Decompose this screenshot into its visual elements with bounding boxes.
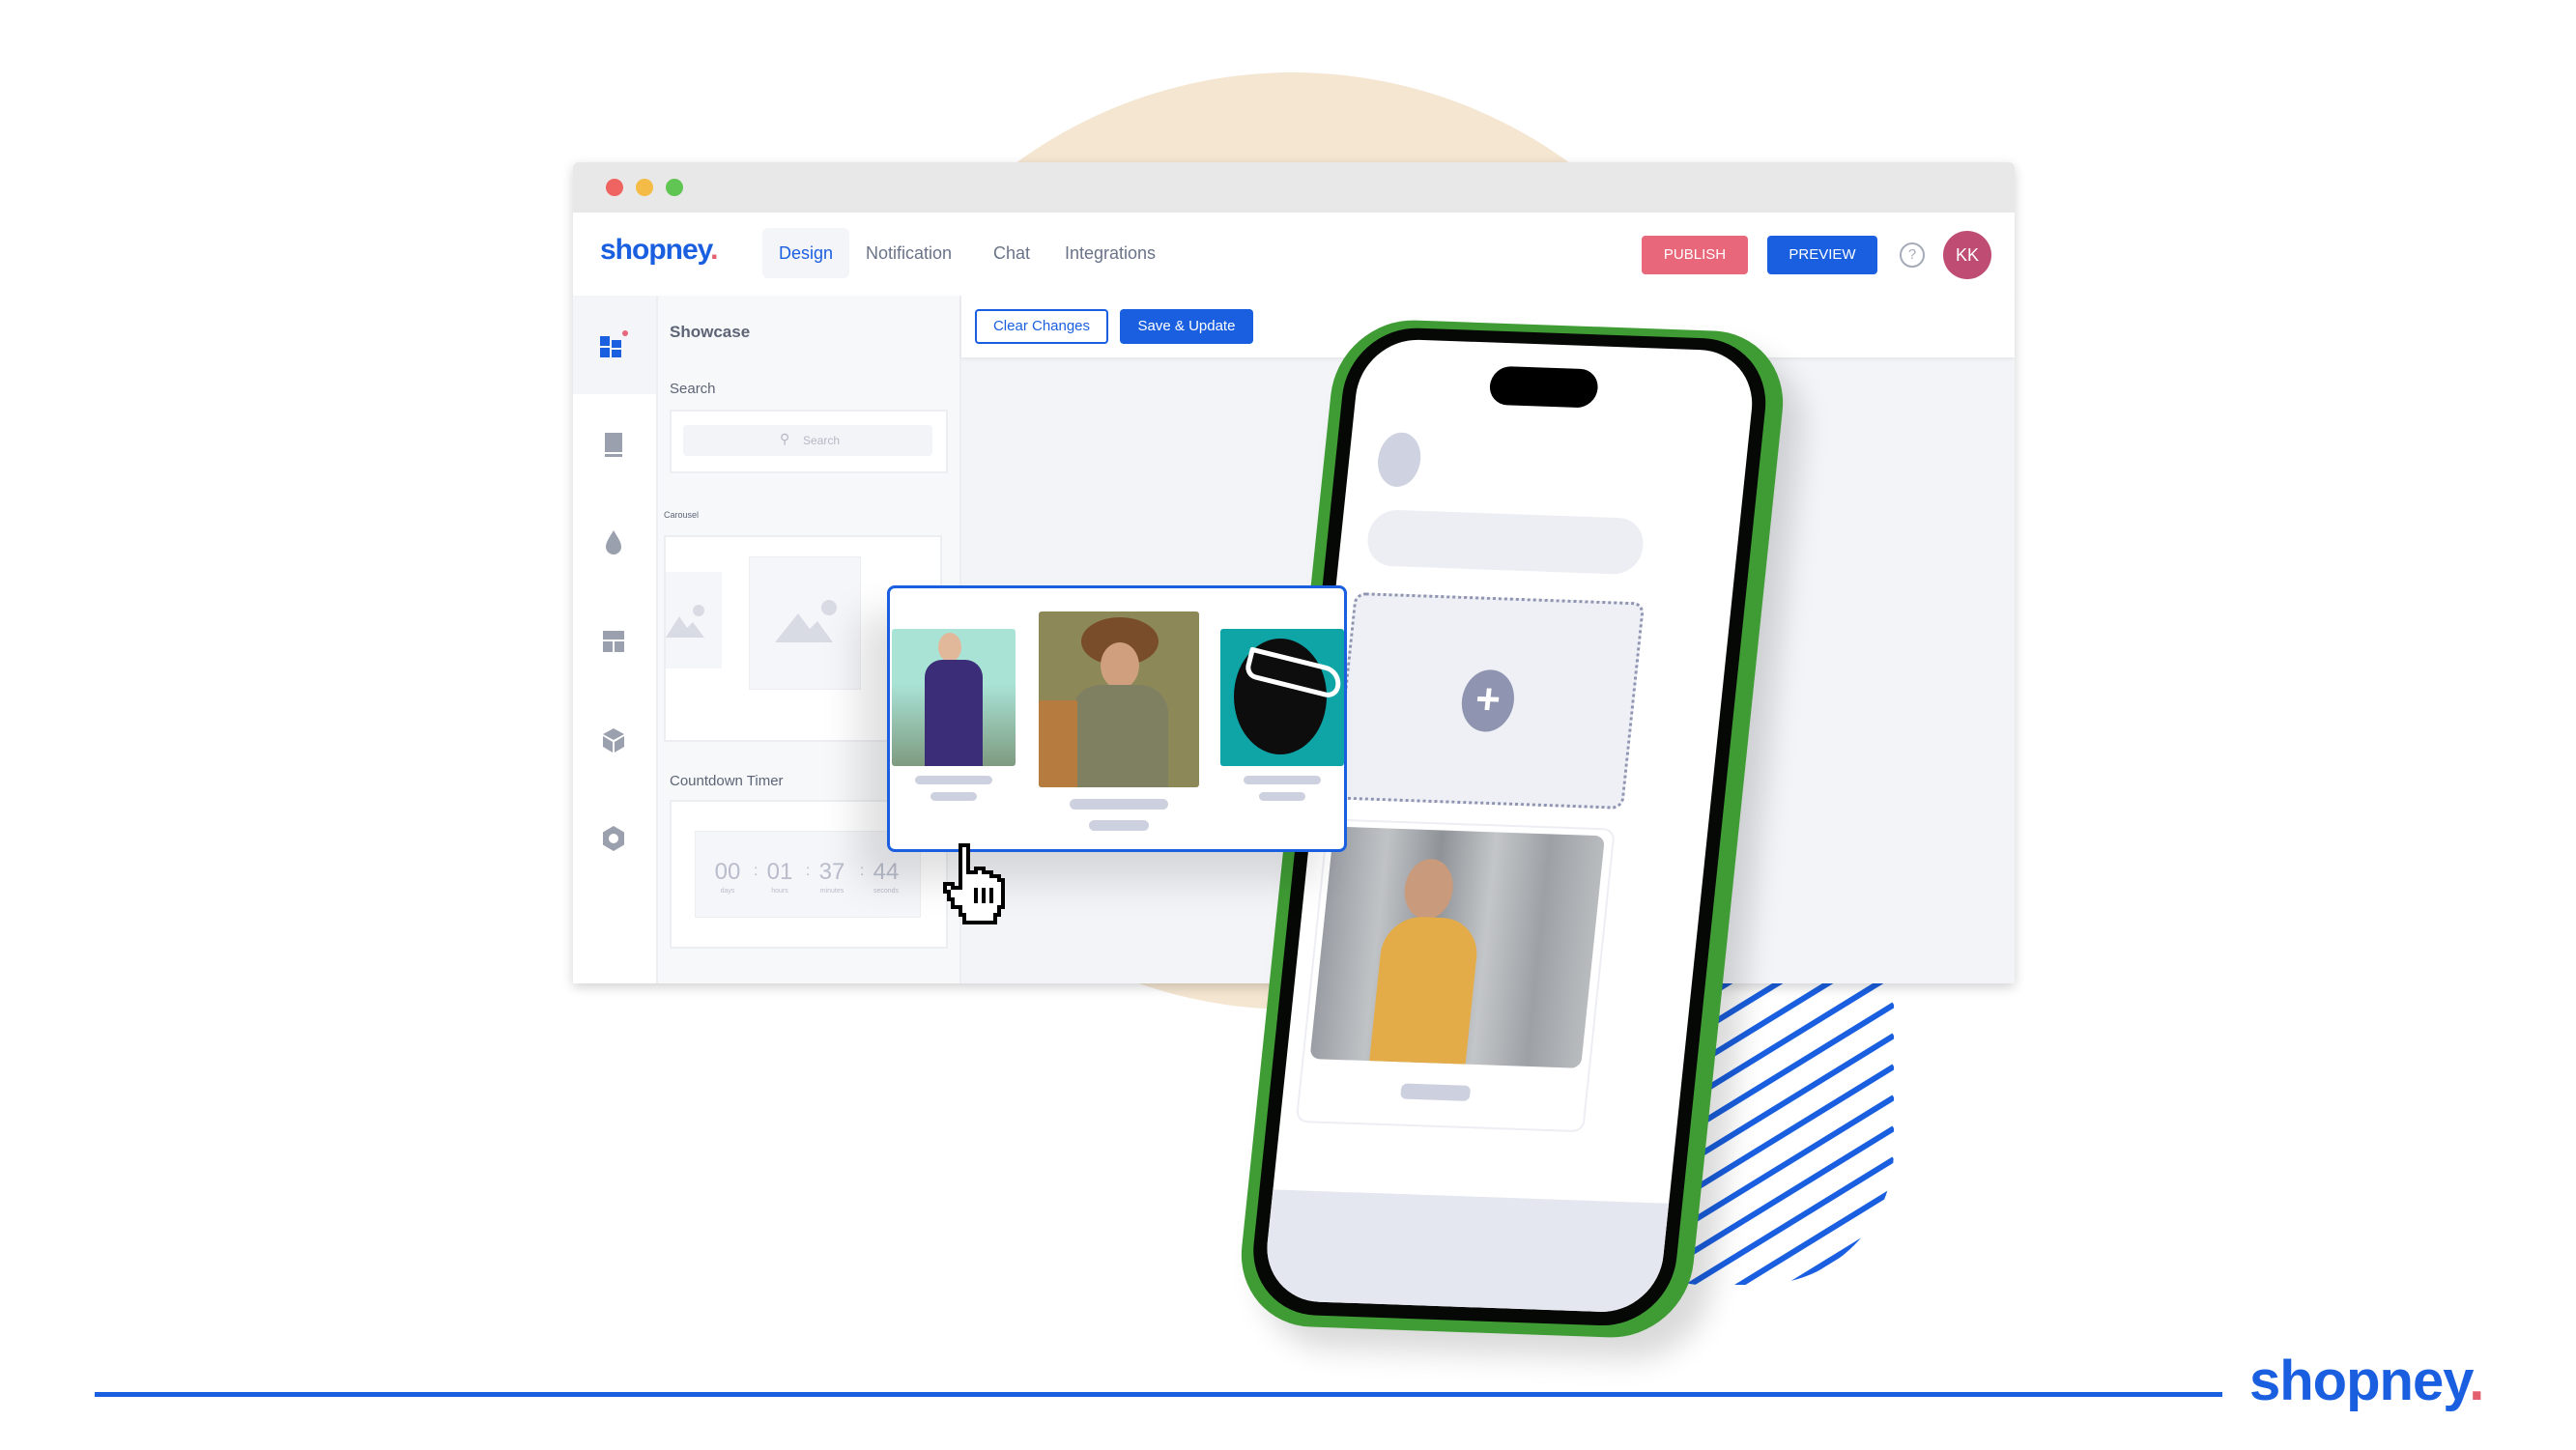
model-face: [1401, 858, 1456, 921]
clear-changes-button[interactable]: Clear Changes: [975, 309, 1108, 344]
product-image-yellow-dress: [1309, 826, 1606, 1068]
tab-design[interactable]: Design: [762, 228, 850, 278]
carousel-label: Carousel: [664, 510, 700, 520]
sidebar-rail: [573, 296, 658, 983]
user-avatar[interactable]: KK: [1943, 231, 1991, 279]
chair: [1039, 700, 1077, 787]
timer-hours-label: hours: [771, 888, 788, 895]
phone-tab-bar: [1261, 1189, 1670, 1315]
timer-hours: 01: [766, 859, 793, 885]
add-icon[interactable]: +: [1458, 668, 1518, 733]
phone-product-card[interactable]: [1295, 818, 1616, 1133]
text-placeholder-bar: [1089, 820, 1149, 831]
phone-add-block[interactable]: +: [1332, 591, 1646, 810]
carousel-drag-preview[interactable]: [887, 585, 1347, 852]
phone-avatar-placeholder: [1375, 431, 1423, 488]
layout-icon[interactable]: [598, 626, 629, 657]
help-icon[interactable]: ?: [1900, 242, 1925, 268]
hexagon-icon[interactable]: [598, 823, 629, 854]
publish-button[interactable]: PUBLISH: [1642, 236, 1748, 274]
minimize-window-button[interactable]: [636, 179, 653, 196]
footer-logo-dot: .: [2469, 1350, 2484, 1412]
carousel-placeholder-center: [749, 556, 861, 690]
close-window-button[interactable]: [606, 179, 623, 196]
maximize-window-button[interactable]: [666, 179, 683, 196]
text-placeholder-bar: [1244, 776, 1321, 784]
panel-title: Showcase: [670, 323, 751, 341]
hand-pointer-cursor-icon: [937, 840, 1015, 927]
app-header: shopney. Design Notification Chat Integr…: [573, 213, 2015, 298]
cube-icon[interactable]: [598, 725, 629, 755]
model-shirt: [1072, 685, 1168, 787]
footer-shopney-logo: shopney.: [2249, 1349, 2484, 1413]
countdown-label: Countdown Timer: [670, 773, 784, 789]
timer-minutes: 37: [818, 859, 845, 885]
product-image-sunglasses-man: [1220, 629, 1344, 766]
dynamic-island: [1487, 365, 1600, 409]
phone-search-placeholder[interactable]: [1364, 509, 1646, 576]
search-widget-card[interactable]: ⚲ Search: [670, 410, 948, 473]
drop-icon[interactable]: [598, 527, 629, 558]
text-placeholder-bar: [1259, 792, 1305, 801]
search-input[interactable]: ⚲ Search: [683, 425, 932, 456]
tab-notification[interactable]: Notification: [849, 228, 968, 278]
shopney-logo[interactable]: shopney.: [600, 234, 719, 267]
model-face: [938, 633, 961, 662]
text-placeholder-bar: [1399, 1083, 1472, 1101]
tab-chat[interactable]: Chat: [977, 228, 1046, 278]
model-face: [1101, 642, 1139, 689]
model-dress: [925, 660, 983, 766]
timer-seconds-label: seconds: [873, 888, 900, 895]
timer-days-label: days: [720, 888, 735, 895]
text-placeholder-bar: [1070, 799, 1168, 810]
logo-dot: .: [710, 234, 718, 266]
dashboard-icon[interactable]: [598, 330, 629, 361]
logo-text: shopney: [600, 234, 711, 266]
search-placeholder: Search: [803, 434, 841, 447]
window-titlebar: [573, 162, 2015, 213]
preview-button[interactable]: PREVIEW: [1767, 236, 1877, 274]
product-image-purple-dress: [892, 629, 1016, 766]
timer-minutes-label: minutes: [819, 888, 844, 895]
text-placeholder-bar: [915, 776, 992, 784]
page-icon[interactable]: [598, 429, 629, 460]
model-dress: [1368, 915, 1481, 1068]
search-icon: ⚲: [780, 431, 790, 446]
timer-seconds: 44: [873, 859, 900, 885]
product-image-hat-woman: [1039, 611, 1199, 787]
text-placeholder-bar: [930, 792, 977, 801]
tab-integrations[interactable]: Integrations: [1048, 228, 1172, 278]
search-label: Search: [670, 381, 716, 397]
footer-divider-line: [95, 1392, 2222, 1397]
save-update-button[interactable]: Save & Update: [1120, 309, 1253, 344]
carousel-placeholder-left: [666, 572, 722, 668]
timer-days: 00: [714, 859, 741, 885]
footer-logo-text: shopney: [2249, 1350, 2470, 1412]
